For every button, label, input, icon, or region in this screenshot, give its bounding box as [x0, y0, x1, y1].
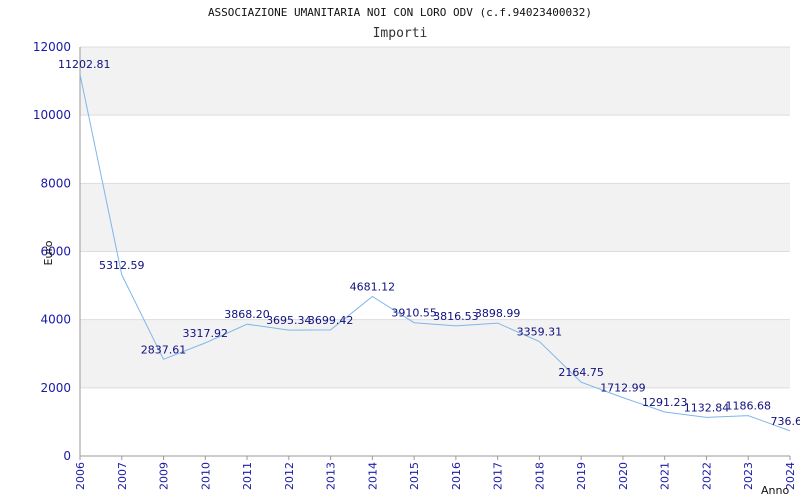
y-tick-label: 0 [63, 449, 71, 463]
data-label: 3359.31 [517, 326, 563, 339]
data-label: 1712.99 [600, 382, 646, 395]
y-tick-label: 12000 [33, 40, 71, 54]
x-tick-label: 2018 [533, 462, 546, 490]
chart-title: ASSOCIAZIONE UMANITARIA NOI CON LORO ODV… [208, 6, 592, 19]
data-label: 4681.12 [350, 280, 396, 293]
grid-band [80, 183, 790, 252]
x-axis-label: Anno [761, 484, 789, 497]
data-label: 3910.55 [391, 307, 437, 320]
x-tick-label: 2017 [492, 462, 505, 490]
x-tick-label: 2011 [241, 462, 254, 490]
x-tick-labels: 2006 2007 2009 2010 2011 2012 2013 2014 2015 2016… [74, 456, 797, 490]
data-label: 3695.34 [266, 314, 312, 327]
x-tick-label: 2009 [158, 462, 171, 490]
y-tick-label: 10000 [33, 108, 71, 122]
data-label: 3816.53 [433, 310, 479, 323]
x-tick-label: 2006 [74, 462, 87, 490]
line-chart: 020004000600080001000012000 2006 2007 2009… [33, 6, 800, 497]
x-tick-label: 2013 [325, 462, 338, 490]
grid-band [80, 47, 790, 116]
x-tick-label: 2012 [283, 462, 296, 490]
x-tick-label: 2007 [116, 462, 129, 490]
data-label: 3699.42 [308, 314, 354, 327]
y-tick-label: 8000 [40, 176, 71, 190]
data-label: 2164.75 [558, 366, 604, 379]
data-label: 1291.23 [642, 396, 688, 409]
data-label: 5312.59 [99, 259, 145, 272]
data-label: 3317.92 [183, 327, 229, 340]
x-tick-label: 2015 [408, 462, 421, 490]
data-label: 2837.61 [141, 343, 187, 356]
x-tick-label: 2016 [450, 462, 463, 490]
x-tick-label: 2021 [659, 462, 672, 490]
data-label: 1186.68 [725, 400, 771, 413]
data-label: 3898.99 [475, 307, 521, 320]
x-tick-label: 2022 [700, 462, 713, 490]
x-tick-label: 2010 [199, 462, 212, 490]
x-tick-label: 2014 [366, 462, 379, 490]
x-tick-label: 2019 [575, 462, 588, 490]
x-tick-label: 2020 [617, 462, 630, 490]
y-axis-label: Euro [42, 240, 55, 265]
data-label: 736.6 [771, 415, 800, 428]
x-tick-label: 2023 [742, 462, 755, 490]
y-tick-label: 2000 [40, 381, 71, 395]
data-label: 11202.81 [58, 58, 111, 71]
chart-subtitle: Importi [373, 26, 428, 41]
y-tick-label: 4000 [40, 313, 71, 327]
data-label: 3868.20 [224, 308, 270, 321]
data-label: 1132.84 [684, 401, 730, 414]
